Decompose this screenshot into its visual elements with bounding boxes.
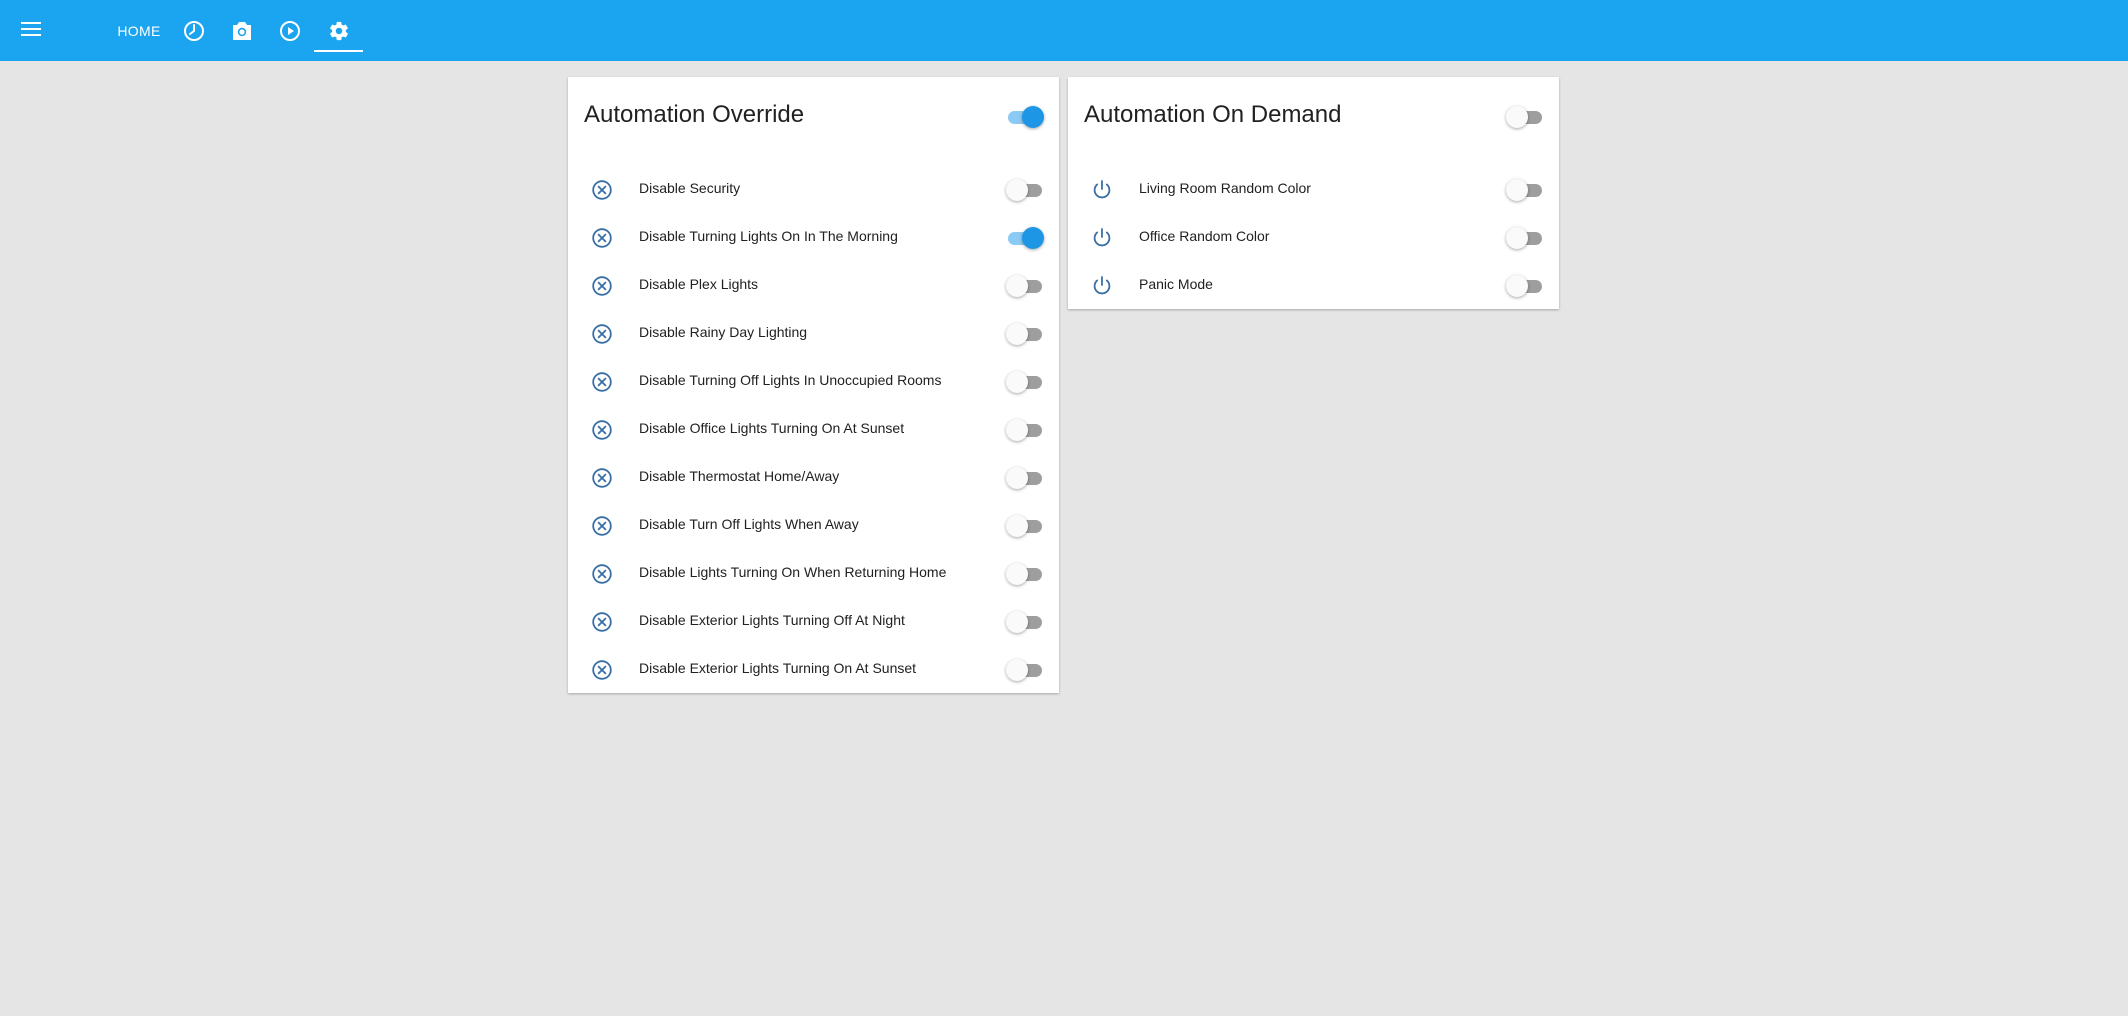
toggle-knob [1506, 275, 1528, 297]
cancel-icon [590, 514, 614, 538]
list-item-toggle[interactable] [1006, 467, 1044, 489]
list-item-label: Disable Thermostat Home/Away [639, 468, 840, 484]
cancel-icon [590, 274, 614, 298]
list-item-label: Disable Security [639, 180, 741, 196]
automation-on-demand-card: Automation On Demand Living Room Random … [1068, 77, 1559, 309]
cancel-icon [590, 562, 614, 586]
list-item-label: Disable Lights Turning On When Returning… [639, 564, 947, 580]
cancel-icon [590, 370, 614, 394]
camera-icon [233, 21, 251, 40]
history-icon [184, 20, 204, 41]
cancel-icon [590, 322, 614, 346]
tab-home-label: HOME [117, 22, 161, 39]
list-item-toggle[interactable] [1006, 179, 1044, 201]
list-item: Disable Turning Lights On In The Morning [568, 214, 1059, 262]
tab-home[interactable]: HOME [112, 0, 166, 61]
selected-tab-indicator [314, 50, 363, 52]
tab-camera[interactable] [228, 0, 256, 61]
list-item: Office Random Color [1068, 214, 1559, 262]
list-item-toggle[interactable] [1506, 179, 1544, 201]
cancel-icon [590, 610, 614, 634]
list-item: Disable Turning Off Lights In Unoccupied… [568, 358, 1059, 406]
list-item-toggle[interactable] [1006, 563, 1044, 585]
toggle-knob [1022, 106, 1044, 128]
list-item-toggle[interactable] [1006, 275, 1044, 297]
toggle-knob [1506, 227, 1528, 249]
list-item: Disable Thermostat Home/Away [568, 454, 1059, 502]
list-item-label: Disable Turn Off Lights When Away [639, 516, 859, 532]
toggle-knob [1506, 179, 1528, 201]
list-item-label: Panic Mode [1139, 276, 1213, 292]
list-item: Disable Plex Lights [568, 262, 1059, 310]
tab-history[interactable] [180, 0, 208, 61]
list-item: Disable Rainy Day Lighting [568, 310, 1059, 358]
toggle-knob [1006, 323, 1028, 345]
list-item: Living Room Random Color [1068, 166, 1559, 214]
toggle-knob [1006, 563, 1028, 585]
toggle-knob [1006, 611, 1028, 633]
list-item-label: Office Random Color [1139, 228, 1270, 244]
list-item-toggle[interactable] [1006, 419, 1044, 441]
toggle-knob [1022, 227, 1044, 249]
list-item-label: Disable Office Lights Turning On At Suns… [639, 420, 905, 436]
list-item-toggle[interactable] [1006, 227, 1044, 249]
list-item-toggle[interactable] [1006, 515, 1044, 537]
cancel-icon [590, 418, 614, 442]
list-item: Disable Office Lights Turning On At Suns… [568, 406, 1059, 454]
automation-override-card: Automation Override Disable Security Disa… [568, 77, 1059, 693]
list-item-label: Living Room Random Color [1139, 180, 1311, 196]
list-item: Disable Lights Turning On When Returning… [568, 550, 1059, 598]
list-item-toggle[interactable] [1006, 659, 1044, 681]
list-item: Disable Turn Off Lights When Away [568, 502, 1059, 550]
menu-icon [21, 22, 41, 36]
cancel-icon [590, 178, 614, 202]
menu-button[interactable] [14, 14, 48, 44]
toggle-knob [1006, 659, 1028, 681]
cancel-icon [590, 658, 614, 682]
power-icon [1090, 274, 1114, 298]
toggle-knob [1006, 371, 1028, 393]
automation-override-title: Automation Override [584, 101, 805, 128]
automation-override-master-toggle[interactable] [1006, 106, 1044, 128]
list-item: Disable Exterior Lights Turning On At Su… [568, 646, 1059, 694]
list-item-toggle[interactable] [1006, 611, 1044, 633]
power-icon [1090, 226, 1114, 250]
cancel-icon [590, 466, 614, 490]
list-item-label: Disable Exterior Lights Turning Off At N… [639, 612, 905, 628]
toggle-knob [1006, 515, 1028, 537]
power-icon [1090, 178, 1114, 202]
list-item-label: Disable Turning Off Lights In Unoccupied… [639, 372, 942, 388]
cancel-icon [590, 226, 614, 250]
list-item-toggle[interactable] [1506, 227, 1544, 249]
toggle-knob [1006, 467, 1028, 489]
list-item: Panic Mode [1068, 262, 1559, 310]
top-toolbar: HOME [0, 0, 2128, 61]
list-item-label: Disable Exterior Lights Turning On At Su… [639, 660, 917, 676]
settings-icon [330, 21, 348, 40]
automation-on-demand-title: Automation On Demand [1084, 101, 1342, 128]
list-item: Disable Exterior Lights Turning Off At N… [568, 598, 1059, 646]
list-item-toggle[interactable] [1006, 371, 1044, 393]
play-icon [280, 20, 300, 41]
toggle-knob [1506, 106, 1528, 128]
list-item-toggle[interactable] [1006, 323, 1044, 345]
list-item-toggle[interactable] [1506, 275, 1544, 297]
list-item-label: Disable Rainy Day Lighting [639, 324, 808, 340]
list-item-label: Disable Plex Lights [639, 276, 759, 292]
toggle-knob [1006, 419, 1028, 441]
tab-play[interactable] [276, 0, 304, 61]
toggle-knob [1006, 179, 1028, 201]
list-item-label: Disable Turning Lights On In The Morning [639, 228, 898, 244]
automation-on-demand-master-toggle[interactable] [1506, 106, 1544, 128]
list-item: Disable Security [568, 166, 1059, 214]
toggle-knob [1006, 275, 1028, 297]
